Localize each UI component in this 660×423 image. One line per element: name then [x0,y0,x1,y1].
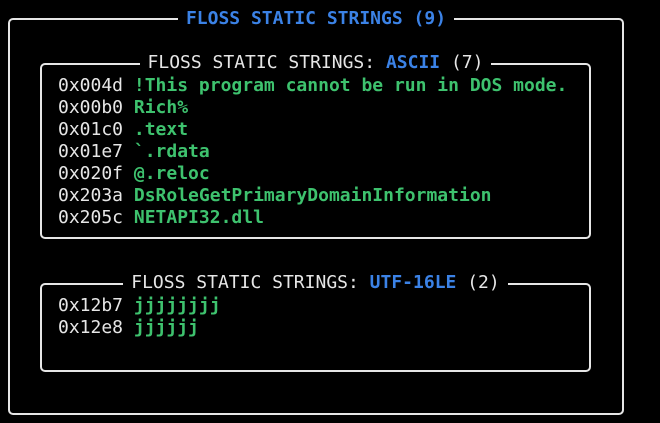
string-value: jjjjjj [133,317,199,338]
panel-title-text: FLOSS STATIC STRINGS (9) [177,8,455,29]
string-offset: 0x205c [58,207,124,228]
string-offset: 0x01c0 [58,119,124,140]
utf16le-count: (2) [456,272,500,293]
string-row[interactable]: 0x203a DsRoleGetPrimaryDomainInformation [58,185,567,207]
string-value: @.reloc [133,163,210,184]
ascii-strings-section: FLOSS STATIC STRINGS: ASCII (7) 0x004d !… [40,52,591,239]
string-offset: 0x00b0 [58,97,124,118]
utf16le-section-title: FLOSS STATIC STRINGS: UTF-16LE (2) [42,272,589,294]
utf16le-encoding-label: UTF-16LE [369,272,457,293]
string-offset: 0x12b7 [58,295,124,316]
ascii-string-list: 0x004d !This program cannot be run in DO… [58,75,567,229]
string-offset: 0x020f [58,163,124,184]
string-offset: 0x12e8 [58,317,124,338]
string-value: .text [133,119,189,140]
string-row[interactable]: 0x12b7 jjjjjjjj [58,295,221,317]
string-row[interactable]: 0x004d !This program cannot be run in DO… [58,75,567,97]
utf16le-strings-section: FLOSS STATIC STRINGS: UTF-16LE (2) 0x12b… [40,272,591,372]
string-row[interactable]: 0x01c0 .text [58,119,567,141]
string-value: NETAPI32.dll [133,207,264,228]
string-row[interactable]: 0x01e7 `.rdata [58,141,567,163]
string-value: DsRoleGetPrimaryDomainInformation [133,185,492,206]
utf16le-title-prefix: FLOSS STATIC STRINGS: [131,272,370,293]
string-offset: 0x203a [58,185,124,206]
string-value: jjjjjjjj [133,295,221,316]
string-value: `.rdata [133,141,210,162]
string-value: Rich% [133,97,189,118]
string-row[interactable]: 0x205c NETAPI32.dll [58,207,567,229]
ascii-title-prefix: FLOSS STATIC STRINGS: [147,52,386,73]
ascii-section-title: FLOSS STATIC STRINGS: ASCII (7) [42,52,589,74]
ascii-count: (7) [440,52,484,73]
string-row[interactable]: 0x020f @.reloc [58,163,567,185]
ascii-encoding-label: ASCII [385,52,441,73]
string-offset: 0x01e7 [58,141,124,162]
string-row[interactable]: 0x12e8 jjjjjj [58,317,221,339]
utf16le-string-list: 0x12b7 jjjjjjjj 0x12e8 jjjjjj [58,295,221,339]
string-offset: 0x004d [58,75,124,96]
string-value: !This program cannot be run in DOS mode. [133,75,568,96]
string-row[interactable]: 0x00b0 Rich% [58,97,567,119]
panel-title: FLOSS STATIC STRINGS (9) [10,8,622,30]
